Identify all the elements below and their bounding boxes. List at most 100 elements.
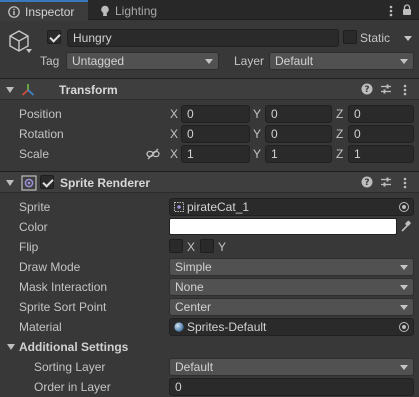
color-swatch[interactable] xyxy=(169,218,397,235)
chevron-down-icon xyxy=(400,365,408,370)
sprite-renderer-enabled-checkbox[interactable] xyxy=(40,175,54,189)
object-picker-icon[interactable] xyxy=(399,322,409,332)
sprite-asset-icon xyxy=(174,202,184,212)
preset-icon[interactable] xyxy=(380,176,392,188)
object-picker-icon[interactable] xyxy=(399,202,409,212)
scale-x-label[interactable]: X xyxy=(170,146,178,162)
rotation-z-label[interactable]: Z xyxy=(336,126,343,142)
preset-icon[interactable] xyxy=(380,83,392,95)
scale-y-field[interactable]: 1 xyxy=(265,145,332,163)
static-label: Static xyxy=(360,31,391,45)
flip-x-label: X xyxy=(187,240,196,254)
material-sphere-icon xyxy=(174,322,184,332)
position-label: Position xyxy=(19,107,62,121)
rotation-x-label[interactable]: X xyxy=(170,126,178,142)
position-y-field[interactable]: 0 xyxy=(265,105,332,123)
sprite-value: pirateCat_1 xyxy=(187,200,250,214)
position-x-label[interactable]: X xyxy=(170,106,178,122)
constrain-proportions-icon[interactable] xyxy=(146,148,160,160)
draw-mode-dropdown[interactable]: Simple xyxy=(169,258,414,276)
draw-mode-label: Draw Mode xyxy=(19,260,81,274)
sprite-label: Sprite xyxy=(19,200,51,214)
svg-text:?: ? xyxy=(364,178,369,188)
order-in-layer-label: Order in Layer xyxy=(34,380,111,394)
sprite-sort-point-label: Sprite Sort Point xyxy=(19,300,107,314)
scale-y-label[interactable]: Y xyxy=(253,146,261,162)
color-label: Color xyxy=(19,220,48,234)
mask-interaction-value: None xyxy=(175,280,204,294)
transform-icon xyxy=(20,83,36,97)
rotation-y-label[interactable]: Y xyxy=(253,126,261,142)
lock-icon[interactable] xyxy=(402,4,412,16)
mask-interaction-label: Mask Interaction xyxy=(19,280,108,294)
layer-dropdown[interactable]: Default xyxy=(269,52,414,70)
tab-lighting[interactable]: Lighting xyxy=(100,0,180,21)
help-icon[interactable]: ? xyxy=(361,83,373,95)
order-in-layer-field[interactable]: 0 xyxy=(169,378,414,396)
rotation-y-field[interactable]: 0 xyxy=(265,125,332,143)
help-icon[interactable]: ? xyxy=(361,176,373,188)
position-z-label[interactable]: Z xyxy=(336,106,343,122)
sprite-renderer-title: Sprite Renderer xyxy=(60,176,151,190)
material-object-field[interactable]: Sprites-Default xyxy=(169,318,414,336)
icon-dropdown-arrow[interactable] xyxy=(26,49,32,53)
scale-z-field[interactable]: 1 xyxy=(348,145,414,163)
chevron-down-icon xyxy=(400,265,408,270)
tag-value: Untagged xyxy=(72,54,125,68)
sprite-renderer-header[interactable]: Sprite Renderer ? xyxy=(0,171,419,193)
rotation-label: Rotation xyxy=(19,127,64,141)
kebab-menu-icon[interactable] xyxy=(403,177,407,189)
sprite-renderer-icon xyxy=(21,175,37,191)
material-value: Sprites-Default xyxy=(187,320,267,334)
more-menu-icon[interactable] xyxy=(389,5,393,17)
material-label: Material xyxy=(19,320,62,334)
info-icon xyxy=(8,5,20,18)
chevron-down-icon xyxy=(400,305,408,310)
mask-interaction-dropdown[interactable]: None xyxy=(169,278,414,296)
flip-y-label: Y xyxy=(218,240,227,254)
object-name-field[interactable]: Hungry xyxy=(67,29,339,47)
rotation-x-field[interactable]: 0 xyxy=(181,125,250,143)
sprite-sort-point-value: Center xyxy=(175,300,212,314)
position-x-field[interactable]: 0 xyxy=(181,105,250,123)
additional-settings-foldout-icon[interactable] xyxy=(7,344,15,350)
chevron-down-icon xyxy=(400,59,408,64)
foldout-arrow-icon[interactable] xyxy=(6,87,14,93)
sprite-object-field[interactable]: pirateCat_1 xyxy=(169,198,414,216)
additional-settings-title[interactable]: Additional Settings xyxy=(19,339,128,355)
kebab-menu-icon[interactable] xyxy=(403,84,407,96)
tab-bar: Inspector Lighting xyxy=(0,0,419,21)
sprite-sort-point-dropdown[interactable]: Center xyxy=(169,298,414,316)
svg-text:?: ? xyxy=(364,85,369,95)
sorting-layer-label: Sorting Layer xyxy=(34,360,106,374)
foldout-arrow-icon[interactable] xyxy=(6,180,14,186)
tab-inspector-label: Inspector xyxy=(25,4,75,19)
chevron-down-icon xyxy=(400,285,408,290)
transform-title: Transform xyxy=(59,83,118,97)
active-checkbox[interactable] xyxy=(47,30,61,44)
static-dropdown-arrow[interactable] xyxy=(404,36,412,41)
tag-dropdown[interactable]: Untagged xyxy=(66,52,219,70)
flip-y-checkbox[interactable] xyxy=(200,239,214,253)
flip-x-checkbox[interactable] xyxy=(169,239,183,253)
static-checkbox[interactable] xyxy=(343,30,357,44)
scale-x-field[interactable]: 1 xyxy=(181,145,250,163)
scale-label: Scale xyxy=(19,147,50,161)
position-z-field[interactable]: 0 xyxy=(348,105,414,123)
tab-inspector[interactable]: Inspector xyxy=(0,0,88,21)
bulb-icon xyxy=(100,5,110,17)
draw-mode-value: Simple xyxy=(175,260,212,274)
chevron-down-icon xyxy=(205,59,213,64)
position-y-label[interactable]: Y xyxy=(253,106,261,122)
rotation-z-field[interactable]: 0 xyxy=(348,125,414,143)
scale-z-label[interactable]: Z xyxy=(336,146,343,162)
flip-label: Flip xyxy=(19,240,39,254)
sorting-layer-dropdown[interactable]: Default xyxy=(169,358,414,376)
tab-lighting-label: Lighting xyxy=(115,3,158,18)
layer-label: Layer xyxy=(234,54,265,68)
transform-header[interactable]: Transform ? xyxy=(0,78,419,100)
eyedropper-icon[interactable] xyxy=(400,219,412,233)
sorting-layer-value: Default xyxy=(175,360,214,374)
tag-label: Tag xyxy=(40,54,60,68)
layer-value: Default xyxy=(275,54,314,68)
